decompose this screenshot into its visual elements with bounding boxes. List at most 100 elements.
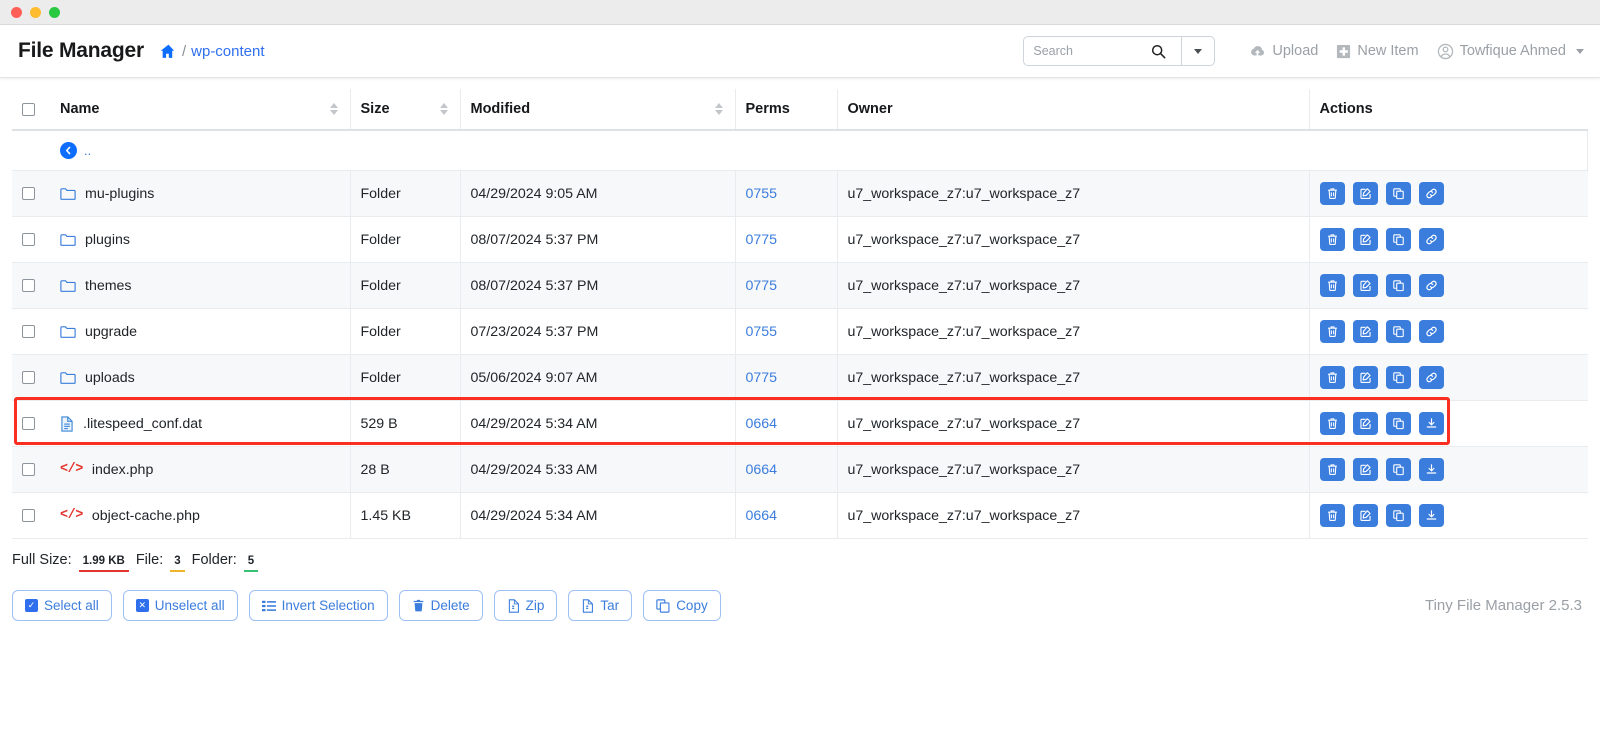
file-name-label[interactable]: .litespeed_conf.dat xyxy=(83,416,202,432)
row-checkbox-cell[interactable] xyxy=(12,354,50,401)
file-perms-link[interactable]: 0775 xyxy=(746,370,778,386)
copy-action-button[interactable] xyxy=(1385,458,1411,481)
close-window-button[interactable] xyxy=(11,6,22,18)
table-row[interactable]: themes Folder 08/07/2024 5:37 PM 0775 u7_wor… xyxy=(12,262,1588,309)
row-checkbox[interactable] xyxy=(22,463,35,476)
row-checkbox-cell[interactable] xyxy=(12,216,50,263)
edit-action-button[interactable] xyxy=(1352,412,1378,435)
file-name-label[interactable]: plugins xyxy=(85,232,130,248)
search-icon[interactable] xyxy=(1151,44,1166,59)
maximize-window-button[interactable] xyxy=(49,6,60,18)
new-item-button[interactable]: New Item xyxy=(1336,43,1419,59)
parent-directory-row[interactable]: .. xyxy=(12,130,1588,171)
copy-action-button[interactable] xyxy=(1385,366,1411,389)
sort-icon[interactable] xyxy=(329,103,340,115)
download-action-button[interactable] xyxy=(1418,412,1444,435)
copy-action-button[interactable] xyxy=(1385,182,1411,205)
breadcrumb-current[interactable]: wp-content xyxy=(191,43,264,60)
upload-button[interactable]: Upload xyxy=(1249,43,1318,60)
file-perms-link[interactable]: 0664 xyxy=(746,508,778,524)
select-all-checkbox[interactable] xyxy=(22,102,35,116)
search-dropdown-button[interactable] xyxy=(1181,36,1216,66)
file-perms-link[interactable]: 0775 xyxy=(746,232,778,248)
link-action-button[interactable] xyxy=(1418,320,1444,343)
edit-action-button[interactable] xyxy=(1352,504,1378,527)
file-perms-link[interactable]: 0664 xyxy=(746,462,778,478)
delete-action-button[interactable] xyxy=(1319,366,1345,389)
invert-selection-button[interactable]: Invert Selection xyxy=(248,590,388,621)
row-checkbox[interactable] xyxy=(22,279,35,292)
delete-action-button[interactable] xyxy=(1319,274,1345,297)
row-checkbox-cell[interactable] xyxy=(12,262,50,309)
download-action-button[interactable] xyxy=(1418,458,1444,481)
table-row[interactable]: uploads Folder 05/06/2024 9:07 AM 0775 u7_wo… xyxy=(12,354,1588,401)
delete-action-button[interactable] xyxy=(1319,412,1345,435)
copy-action-button[interactable] xyxy=(1385,228,1411,251)
copy-action-button[interactable] xyxy=(1385,412,1411,435)
zip-button[interactable]: Zip xyxy=(493,590,558,621)
column-header-name[interactable]: Name xyxy=(50,89,351,131)
row-checkbox-cell[interactable] xyxy=(12,492,50,539)
sort-icon[interactable] xyxy=(714,103,725,115)
row-checkbox[interactable] xyxy=(22,233,35,246)
table-row[interactable]: plugins Folder 08/07/2024 5:37 PM 0775 u7_wo… xyxy=(12,216,1588,263)
table-row[interactable]: mu-plugins Folder 04/29/2024 9:05 AM 0755 u7… xyxy=(12,170,1588,217)
parent-directory-cell[interactable]: .. xyxy=(50,130,1588,171)
delete-action-button[interactable] xyxy=(1319,182,1345,205)
user-menu-button[interactable]: Towfique Ahmed xyxy=(1437,43,1584,60)
sort-icon[interactable] xyxy=(439,103,450,115)
row-checkbox-cell[interactable] xyxy=(12,446,50,493)
edit-action-button[interactable] xyxy=(1352,366,1378,389)
file-name-label[interactable]: uploads xyxy=(85,370,135,386)
parent-directory-link[interactable]: .. xyxy=(60,142,1577,159)
table-row[interactable]: </> index.php 28 B 04/29/2024 5:33 AM 0664 u7… xyxy=(12,446,1588,493)
download-action-button[interactable] xyxy=(1418,504,1444,527)
copy-button[interactable]: Copy xyxy=(643,590,721,621)
row-checkbox[interactable] xyxy=(22,417,35,430)
file-perms-link[interactable]: 0775 xyxy=(746,278,778,294)
column-header-modified[interactable]: Modified xyxy=(460,89,736,131)
minimize-window-button[interactable] xyxy=(30,6,41,18)
row-checkbox-cell[interactable] xyxy=(12,308,50,355)
link-action-button[interactable] xyxy=(1418,366,1444,389)
copy-action-button[interactable] xyxy=(1385,504,1411,527)
column-header-size[interactable]: Size xyxy=(350,89,461,131)
row-checkbox[interactable] xyxy=(22,509,35,522)
delete-action-button[interactable] xyxy=(1319,228,1345,251)
file-name-cell[interactable]: uploads xyxy=(50,354,351,401)
edit-action-button[interactable] xyxy=(1352,274,1378,297)
file-name-label[interactable]: themes xyxy=(85,278,132,294)
file-perms-link[interactable]: 0755 xyxy=(746,186,778,202)
link-action-button[interactable] xyxy=(1418,228,1444,251)
file-name-cell[interactable]: upgrade xyxy=(50,308,351,355)
file-name-cell[interactable]: plugins xyxy=(50,216,351,263)
edit-action-button[interactable] xyxy=(1352,182,1378,205)
edit-action-button[interactable] xyxy=(1352,228,1378,251)
file-name-cell[interactable]: themes xyxy=(50,262,351,309)
home-icon[interactable] xyxy=(160,43,177,60)
copy-action-button[interactable] xyxy=(1385,320,1411,343)
file-perms-link[interactable]: 0664 xyxy=(746,416,778,432)
file-name-cell[interactable]: .litespeed_conf.dat xyxy=(50,400,351,447)
file-name-label[interactable]: mu-plugins xyxy=(85,186,154,202)
file-name-label[interactable]: index.php xyxy=(92,462,154,478)
delete-button[interactable]: Delete xyxy=(398,590,483,621)
link-action-button[interactable] xyxy=(1418,182,1444,205)
delete-action-button[interactable] xyxy=(1319,504,1345,527)
row-checkbox[interactable] xyxy=(22,325,35,338)
row-checkbox[interactable] xyxy=(22,187,35,200)
tar-button[interactable]: Tar xyxy=(568,590,633,621)
row-checkbox[interactable] xyxy=(22,371,35,384)
delete-action-button[interactable] xyxy=(1319,320,1345,343)
row-checkbox-cell[interactable] xyxy=(12,170,50,217)
unselect-all-button[interactable]: ✕ Unselect all xyxy=(122,590,238,621)
table-row[interactable]: .litespeed_conf.dat 529 B 04/29/2024 5:34 … xyxy=(12,400,1588,447)
delete-action-button[interactable] xyxy=(1319,458,1345,481)
file-name-cell[interactable]: </> object-cache.php xyxy=(50,492,351,539)
search-box[interactable] xyxy=(1023,36,1182,66)
search-input[interactable] xyxy=(1033,44,1152,58)
link-action-button[interactable] xyxy=(1418,274,1444,297)
file-name-cell[interactable]: mu-plugins xyxy=(50,170,351,217)
table-row[interactable]: upgrade Folder 07/23/2024 5:37 PM 0755 u7_wo… xyxy=(12,308,1588,355)
file-perms-link[interactable]: 0755 xyxy=(746,324,778,340)
